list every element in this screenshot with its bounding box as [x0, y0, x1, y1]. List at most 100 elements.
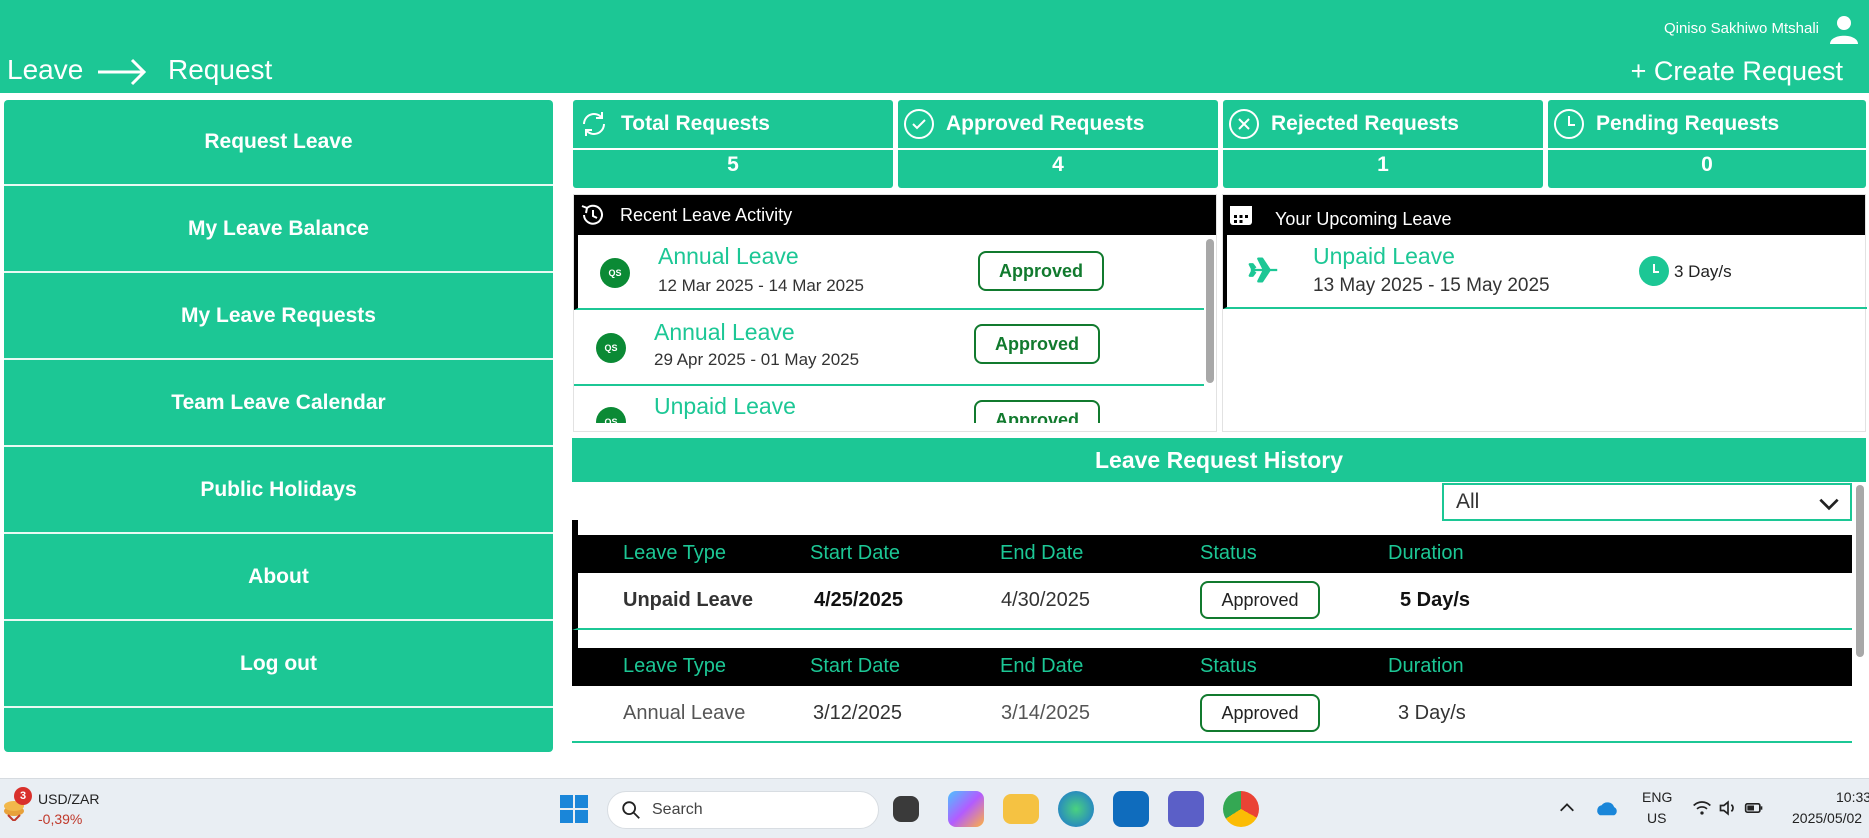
column-header: Status — [1200, 542, 1257, 564]
check-circle-icon — [904, 109, 934, 139]
cell-leave-type: Annual Leave — [623, 702, 746, 724]
clock-time[interactable]: 10:33 — [1836, 789, 1869, 805]
stat-header: Approved Requests — [898, 100, 1218, 150]
column-header: End Date — [1000, 542, 1084, 564]
keyboard-layout[interactable]: US — [1647, 810, 1666, 826]
edge-icon[interactable] — [1058, 791, 1094, 827]
stat-header: Pending Requests — [1548, 100, 1866, 150]
ticker-change: -0,39% — [38, 811, 83, 827]
outlook-icon[interactable] — [1113, 791, 1149, 827]
leave-type: Unpaid Leave — [654, 393, 796, 419]
stat-approved-requests[interactable]: Approved Requests 4 — [898, 100, 1218, 188]
teams-icon[interactable] — [1168, 791, 1204, 827]
sidebar-item-label: About — [248, 565, 309, 588]
user-name[interactable]: Qiniso Sakhiwo Mtshali — [1664, 20, 1819, 37]
column-header: Leave Type — [623, 542, 727, 564]
upcoming-leave-header: Your Upcoming Leave — [1223, 195, 1865, 235]
sidebar-item-label: Log out — [240, 652, 317, 675]
history-scrollbar[interactable] — [1856, 485, 1864, 657]
breadcrumb-leave[interactable]: Leave — [7, 54, 83, 86]
taskbar-search[interactable]: Search — [607, 791, 879, 829]
cell-end-date: 4/30/2025 — [1001, 589, 1090, 611]
windows-start-icon[interactable] — [559, 794, 589, 824]
stat-value: 5 — [727, 153, 739, 176]
table-row[interactable]: Annual Leave 3/12/2025 3/14/2025 Approve… — [572, 686, 1852, 743]
sidebar-item-team-calendar[interactable]: Team Leave Calendar — [4, 361, 553, 447]
chrome-icon[interactable] — [1223, 791, 1259, 827]
cell-end-date: 3/14/2025 — [1001, 702, 1090, 724]
column-header: End Date — [1000, 655, 1084, 677]
sidebar-item-label: My Leave Requests — [181, 304, 376, 327]
file-explorer-icon[interactable] — [1003, 794, 1039, 824]
upcoming-leave-title: Your Upcoming Leave — [1275, 208, 1452, 229]
sidebar-item-label: Public Holidays — [200, 478, 357, 501]
sidebar-item-public-holidays[interactable]: Public Holidays — [4, 448, 553, 534]
battery-icon[interactable] — [1744, 798, 1764, 818]
user-avatar-icon[interactable] — [1827, 12, 1861, 46]
airplane-icon — [1248, 257, 1278, 283]
wifi-icon[interactable] — [1692, 798, 1712, 818]
create-request-button[interactable]: + Create Request — [1631, 56, 1843, 87]
list-item[interactable]: QS Annual Leave 29 Apr 2025 - 01 May 202… — [574, 311, 1204, 386]
top-bar: Qiniso Sakhiwo Mtshali Leave Request + C… — [0, 0, 1869, 93]
upcoming-leave-item[interactable]: Unpaid Leave 13 May 2025 - 15 May 2025 3… — [1223, 235, 1867, 309]
column-header: Leave Type — [623, 655, 727, 677]
chevron-down-icon — [1819, 498, 1839, 511]
language-indicator[interactable]: ENG — [1642, 789, 1672, 805]
column-header: Status — [1200, 655, 1257, 677]
sidebar: Request Leave My Leave Balance My Leave … — [4, 100, 553, 752]
table-row[interactable]: Unpaid Leave 4/25/2025 4/30/2025 Approve… — [572, 573, 1852, 630]
stat-value: 1 — [1377, 153, 1389, 176]
taskbar: 3 USD/ZAR -0,39% Search ENG US 10:33 202… — [0, 778, 1869, 838]
stat-pending-requests[interactable]: Pending Requests 0 — [1548, 100, 1866, 188]
leave-dates: 29 Apr 2025 - 01 May 2025 — [654, 350, 860, 369]
leave-type: Annual Leave — [658, 243, 799, 269]
chevron-up-icon[interactable] — [1558, 799, 1576, 817]
status-badge: Approved — [1200, 694, 1320, 732]
sidebar-item-about[interactable]: About — [4, 535, 553, 621]
ticker-name: USD/ZAR — [38, 791, 100, 807]
stat-header: Rejected Requests — [1223, 100, 1543, 150]
sidebar-item-logout[interactable]: Log out — [4, 622, 553, 708]
recent-activity-scrollbar[interactable] — [1206, 239, 1214, 383]
stat-total-requests[interactable]: Total Requests 5 — [573, 100, 893, 188]
status-badge: Approved — [978, 251, 1104, 291]
refresh-icon — [583, 112, 605, 136]
stat-label: Pending Requests — [1596, 112, 1780, 135]
sidebar-item-leave-requests[interactable]: My Leave Requests — [4, 274, 553, 360]
calendar-icon — [1230, 206, 1252, 225]
status-filter-select[interactable]: All — [1442, 483, 1852, 521]
sidebar-item-request-leave[interactable]: Request Leave — [4, 100, 553, 186]
history-title: Leave Request History — [572, 438, 1866, 482]
leave-type: Annual Leave — [654, 319, 795, 345]
sidebar-item-label: Request Leave — [204, 130, 353, 153]
table-header: Leave Type Start Date End Date Status Du… — [572, 535, 1852, 573]
column-header: Duration — [1388, 655, 1464, 677]
clock-date[interactable]: 2025/05/02 — [1792, 810, 1862, 826]
arrow-right-icon — [98, 58, 147, 86]
column-header: Start Date — [810, 542, 901, 564]
clock-icon — [1639, 256, 1669, 286]
ticker-icon[interactable]: 3 — [2, 787, 32, 823]
stat-label: Rejected Requests — [1271, 112, 1459, 135]
recent-activity-title: Recent Leave Activity — [620, 204, 793, 225]
table-header: Leave Type Start Date End Date Status Du… — [572, 648, 1852, 686]
upcoming-leave-panel: Your Upcoming Leave Unpaid Leave 13 May … — [1222, 194, 1867, 432]
copilot-icon[interactable] — [948, 791, 984, 827]
sidebar-item-label: Team Leave Calendar — [171, 391, 386, 414]
panel-bottom-edge — [574, 423, 1216, 431]
cell-start-date: 3/12/2025 — [813, 702, 902, 724]
search-icon — [622, 801, 640, 819]
cell-leave-type: Unpaid Leave — [623, 589, 754, 611]
recent-activity-panel: Recent Leave Activity QS Annual Leave 12… — [573, 194, 1217, 432]
leave-duration: 3 Day/s — [1674, 262, 1732, 281]
volume-icon[interactable] — [1718, 798, 1738, 818]
task-view-icon[interactable] — [893, 796, 919, 822]
leave-dates: 13 May 2025 - 15 May 2025 — [1313, 275, 1550, 296]
list-item[interactable]: QS Annual Leave 12 Mar 2025 - 14 Mar 202… — [574, 235, 1204, 310]
cell-duration: 3 Day/s — [1398, 702, 1466, 724]
sidebar-item-leave-balance[interactable]: My Leave Balance — [4, 187, 553, 273]
stat-rejected-requests[interactable]: Rejected Requests 1 — [1223, 100, 1543, 188]
avatar: QS — [596, 333, 626, 363]
onedrive-icon[interactable] — [1594, 799, 1620, 817]
